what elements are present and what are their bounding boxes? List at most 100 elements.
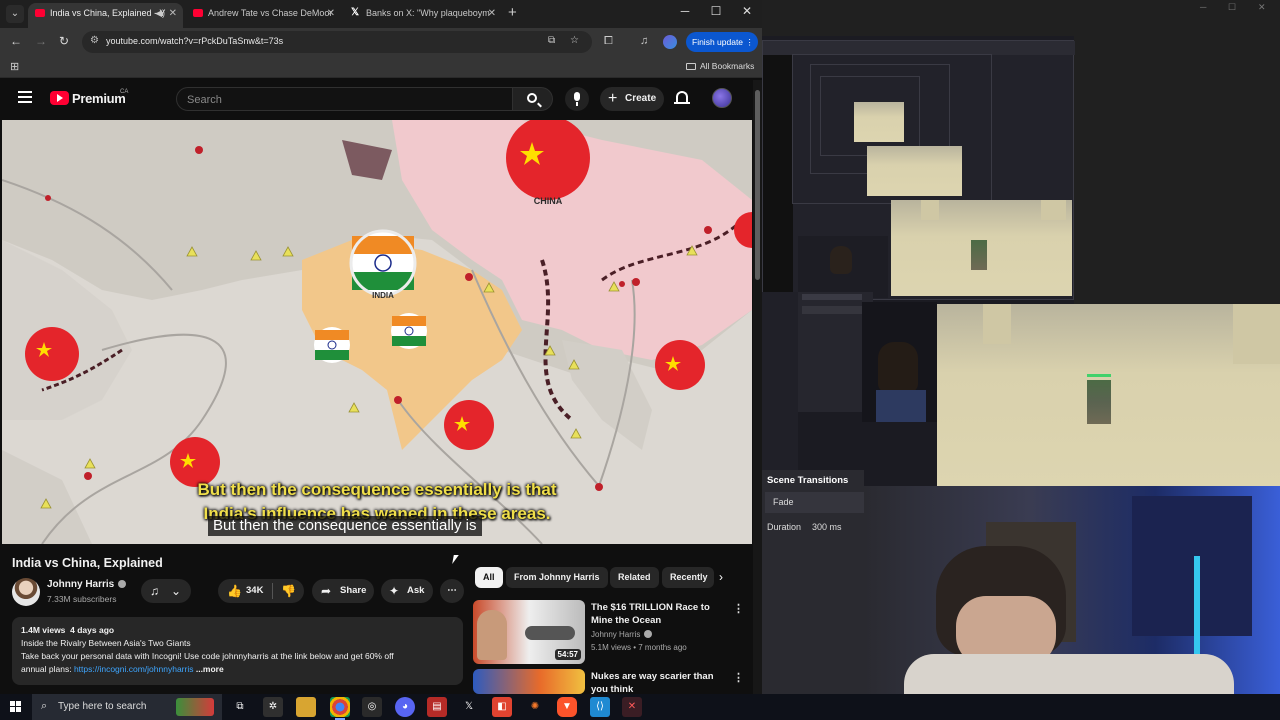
forward-button[interactable]: →: [33, 34, 49, 48]
like-icon[interactable]: 👍: [227, 579, 242, 603]
x-app-icon[interactable]: 𝕏: [459, 697, 479, 717]
chip-related[interactable]: Related: [610, 567, 659, 588]
install-icon[interactable]: ⧉: [548, 35, 555, 46]
health-bar: [1087, 374, 1111, 377]
discord-icon[interactable]: ◕: [395, 697, 415, 717]
task-view-icon[interactable]: ⧉: [230, 697, 250, 717]
divider: [272, 583, 273, 599]
sponsor-link[interactable]: https://incogni.com/johnnyharris: [74, 664, 194, 674]
like-count[interactable]: 34K: [246, 579, 263, 603]
vscode-icon[interactable]: ⟨⟩: [590, 697, 610, 717]
all-bookmarks-button[interactable]: All Bookmarks: [686, 61, 754, 71]
browser-window: ⌄ India vs China, Explained - Y ◀) ✕ And…: [0, 0, 762, 694]
tab-andrew-tate[interactable]: Andrew Tate vs Chase DeMoor ✕: [186, 3, 341, 28]
notifications-bell-icon[interactable]: [674, 91, 690, 104]
bookmark-star-icon[interactable]: ☆: [570, 35, 579, 46]
voice-search-button[interactable]: [565, 87, 589, 111]
channel-name-text: Johnny Harris: [47, 579, 115, 590]
folder-icon: [686, 63, 696, 71]
game-studio-icon[interactable]: ▤: [427, 697, 447, 717]
ask-button[interactable]: ✦ Ask: [381, 579, 433, 603]
rec-menu-icon[interactable]: ⋮: [733, 602, 744, 615]
minimize-button[interactable]: ─: [670, 4, 700, 18]
brave-icon[interactable]: ▼: [557, 697, 577, 717]
tab-title: Andrew Tate vs Chase DeMoor: [208, 8, 333, 18]
tab-banks-on-x[interactable]: 𝕏 Banks on X: "Why plaqueboym ✕: [344, 3, 502, 28]
search-input[interactable]: [187, 92, 497, 108]
file-explorer-icon[interactable]: [296, 697, 316, 717]
nested-webcam-medium: [862, 302, 937, 422]
more-actions-button[interactable]: ⋯: [440, 579, 464, 603]
presenter-figure: [477, 610, 507, 660]
tab-search-button[interactable]: ⌄: [6, 5, 24, 23]
chip-all[interactable]: All: [475, 567, 503, 588]
tab-close-icon[interactable]: ✕: [327, 3, 335, 24]
chrome-icon[interactable]: [330, 697, 350, 720]
chevron-right-icon[interactable]: ›: [719, 570, 723, 584]
channel-name[interactable]: Johnny Harris: [47, 579, 127, 590]
search-highlight-icon[interactable]: [176, 698, 214, 716]
show-more-link[interactable]: ...more: [196, 664, 224, 674]
tab-close-icon[interactable]: ✕: [488, 3, 496, 24]
obs-icon[interactable]: ◎: [362, 697, 382, 717]
extensions-icon[interactable]: ⧠: [604, 35, 613, 48]
reload-button[interactable]: ↻: [56, 34, 72, 48]
game-view-large: [937, 304, 1280, 486]
chip-from-johnny-harris[interactable]: From Johnny Harris: [506, 567, 608, 588]
taskbar-search-text: Type here to search: [58, 701, 147, 712]
duration-input[interactable]: 300 ms: [812, 522, 842, 532]
youtube-premium-logo[interactable]: Premium: [72, 91, 126, 106]
profile-avatar[interactable]: [663, 35, 677, 49]
menu-icon[interactable]: [18, 91, 32, 103]
tab-india-vs-china[interactable]: India vs China, Explained - Y ◀) ✕: [28, 3, 183, 28]
rec-title[interactable]: The $16 TRILLION Race to Mine the Ocean: [591, 601, 733, 627]
maximize-button[interactable]: ☐: [701, 4, 731, 18]
nested-fade-box: [802, 306, 862, 314]
share-button[interactable]: ➦ Share: [312, 579, 374, 603]
game-view-tiny: [854, 102, 904, 142]
search-button[interactable]: [513, 87, 553, 111]
apps-grid-icon[interactable]: ⊞: [10, 60, 19, 73]
finish-update-button[interactable]: Finish update ⋮: [686, 32, 758, 52]
youtube-header: Premium CA + Create: [0, 79, 762, 119]
description-box[interactable]: 1.4M views 4 days ago Inside the Rivalry…: [12, 617, 463, 685]
close-window-button[interactable]: ✕: [732, 4, 762, 18]
rec-channel[interactable]: Johnny Harris: [591, 630, 653, 639]
youtube-logo-icon[interactable]: [50, 91, 69, 105]
tab-close-icon[interactable]: ✕: [169, 3, 177, 24]
video-player[interactable]: CHINA INDIA But then the consequence ess…: [2, 120, 752, 544]
start-button[interactable]: [10, 701, 22, 713]
speaker-icon[interactable]: ◀): [155, 3, 165, 24]
rec-menu-icon[interactable]: ⋮: [733, 671, 744, 684]
rec-thumbnail[interactable]: 54:57: [473, 600, 585, 664]
page-scrollbar-thumb[interactable]: [755, 90, 760, 280]
red-x-app-icon[interactable]: ✕: [622, 697, 642, 717]
media-controls-icon[interactable]: ♫: [640, 35, 648, 47]
right-maximize-icon[interactable]: ☐: [1228, 2, 1236, 13]
app-icon[interactable]: ✲: [263, 697, 283, 717]
tab-title: Banks on X: "Why plaqueboym: [366, 8, 490, 18]
right-close-icon[interactable]: ✕: [1258, 2, 1266, 13]
right-minimize-icon[interactable]: ─: [1200, 2, 1206, 12]
site-info-icon[interactable]: ⚙: [90, 35, 99, 46]
red-app-icon[interactable]: ◧: [492, 697, 512, 717]
transition-select[interactable]: Fade: [765, 492, 864, 513]
back-button[interactable]: ←: [8, 34, 24, 48]
scene-transitions-title: Scene Transitions: [767, 475, 849, 486]
address-bar[interactable]: ⚙ youtube.com/watch?v=rPckDuTaSnw&t=73s …: [82, 31, 592, 53]
create-button[interactable]: + Create: [600, 87, 664, 111]
screen: ⌄ India vs China, Explained - Y ◀) ✕ And…: [0, 0, 1280, 720]
chip-recently[interactable]: Recently: [662, 567, 714, 588]
account-avatar[interactable]: [712, 88, 732, 108]
new-tab-button[interactable]: +: [508, 4, 517, 21]
channel-avatar[interactable]: [12, 578, 40, 606]
blender-icon[interactable]: ✺: [525, 697, 545, 717]
rec-thumbnail[interactable]: [473, 669, 585, 694]
rec-channel-name: Johnny Harris: [591, 630, 641, 639]
dislike-icon[interactable]: 👎: [281, 579, 296, 603]
rec-title[interactable]: Nukes are way scarier than you think: [591, 670, 733, 694]
subscribed-bell-button[interactable]: ♫ ⌄: [141, 579, 191, 603]
url-text[interactable]: youtube.com/watch?v=rPckDuTaSnw&t=73s: [106, 36, 283, 46]
svg-text:CHINA: CHINA: [534, 196, 563, 206]
video-title: India vs China, Explained: [12, 556, 163, 570]
